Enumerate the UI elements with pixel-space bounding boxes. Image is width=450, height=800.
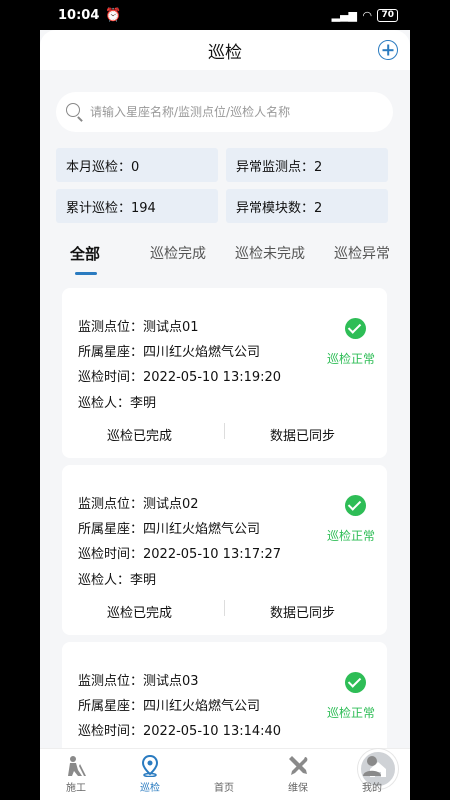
inspection-done-label: 巡检已完成: [107, 606, 173, 621]
tabbar-item-construction[interactable]: 施工: [46, 755, 106, 794]
stat-monthly: 本月巡检：0: [56, 148, 218, 182]
page-title: 巡检: [208, 42, 242, 63]
record-card[interactable]: 监测点位：测试点01 所属星座：四川红火焰燃气公司 巡检时间：2022-05-1…: [62, 288, 387, 458]
filter-tabs: 全部 巡检完成 巡检未完成 巡检异常: [40, 243, 410, 275]
action-divider: [224, 423, 225, 439]
record-inspector: 巡检人：李明: [78, 396, 157, 411]
add-icon[interactable]: [378, 40, 398, 60]
tabbar-item-mine[interactable]: 我的: [342, 755, 402, 794]
tools-icon: [289, 756, 308, 775]
tab-completed[interactable]: 巡检完成: [150, 243, 206, 263]
wifi-icon: ◠: [363, 8, 372, 22]
tabbar-label: 我的: [362, 783, 382, 794]
tabbar-item-inspection[interactable]: 巡检: [120, 755, 180, 794]
location-pin-icon: [141, 755, 159, 777]
check-circle-icon: [345, 672, 366, 693]
data-synced-label: 数据已同步: [270, 606, 336, 621]
page-header: 巡检: [40, 30, 410, 70]
status-time: 10:04: [58, 7, 100, 23]
tab-incomplete[interactable]: 巡检未完成: [235, 243, 305, 263]
record-station: 所属星座：四川红火焰燃气公司: [78, 522, 261, 537]
status-left: 10:04 ⏰: [58, 8, 122, 23]
record-inspector: 巡检人：李明: [78, 573, 157, 588]
check-circle-icon: [345, 495, 366, 516]
search-icon: [66, 103, 84, 121]
tabbar-item-maintenance[interactable]: 维保: [268, 755, 328, 794]
stat-abnormal-points: 异常监测点：2: [226, 148, 388, 182]
tabbar-label: 巡检: [140, 783, 160, 794]
record-time: 巡检时间：2022-05-10 13:19:20: [78, 370, 282, 385]
tabbar-item-home[interactable]: 首页: [194, 749, 398, 794]
search-input[interactable]: [90, 105, 370, 119]
status-right: ▂▄▆ ◠ 70: [331, 8, 398, 22]
construction-icon: [68, 756, 86, 776]
tabbar-label: 首页: [214, 783, 234, 794]
tab-all[interactable]: 全部: [70, 243, 100, 264]
battery-icon: 70: [377, 8, 398, 22]
data-synced-label: 数据已同步: [270, 429, 336, 444]
check-circle-icon: [345, 318, 366, 339]
record-time: 巡检时间：2022-05-10 13:14:40: [78, 724, 282, 739]
tabbar-label: 维保: [288, 783, 308, 794]
active-tab-indicator: [75, 272, 97, 275]
record-station: 所属星座：四川红火焰燃气公司: [78, 345, 261, 360]
record-station: 所属星座：四川红火焰燃气公司: [78, 699, 261, 714]
record-point: 监测点位：测试点01: [78, 320, 199, 335]
tab-abnormal[interactable]: 巡检异常: [334, 243, 390, 263]
status-bar: 10:04 ⏰ ▂▄▆ ◠ 70: [40, 0, 410, 30]
status-badge: 巡检正常: [326, 529, 375, 543]
record-card[interactable]: 监测点位：测试点02 所属星座：四川红火焰燃气公司 巡检时间：2022-05-1…: [62, 465, 387, 635]
signal-icon: ▂▄▆: [331, 8, 357, 22]
action-divider: [224, 600, 225, 616]
app-screen: 10:04 ⏰ ▂▄▆ ◠ 70 巡检 本月巡检：0 异常监测点：2 累计巡检：…: [40, 0, 410, 800]
inspection-done-label: 巡检已完成: [107, 429, 173, 444]
status-badge: 巡检正常: [326, 706, 375, 720]
record-point: 监测点位：测试点03: [78, 674, 199, 689]
record-point: 监测点位：测试点02: [78, 497, 199, 512]
bottom-tab-bar: 施工 巡检 首页 维保 我的: [40, 748, 410, 800]
stat-total: 累计巡检：194: [56, 189, 218, 223]
status-badge: 巡检正常: [326, 352, 375, 366]
record-time: 巡检时间：2022-05-10 13:17:27: [78, 547, 282, 562]
stat-abnormal-modules: 异常模块数：2: [226, 189, 388, 223]
tabbar-spacer: [194, 755, 254, 779]
search-bar[interactable]: [56, 92, 393, 132]
alarm-icon: ⏰: [105, 7, 122, 23]
user-icon: [363, 756, 381, 776]
tabbar-label: 施工: [66, 783, 86, 794]
